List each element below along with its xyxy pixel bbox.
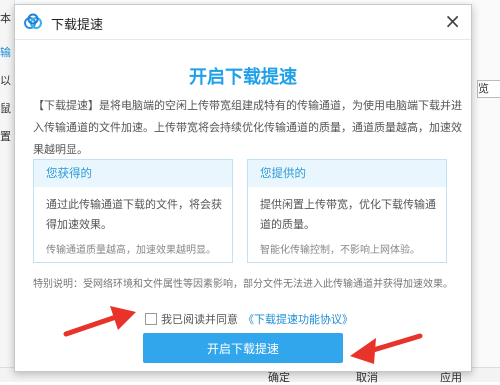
red-arrow-icon: [63, 306, 136, 337]
cloud-logo-icon: [24, 13, 42, 29]
background-glyph: 鼠: [0, 102, 11, 115]
background-glyph: 输: [0, 46, 11, 59]
contribution-card-body: 提供闲置上传带宽，优化下载传输通道的质量。: [260, 198, 436, 231]
special-note: 特别说明：受网络环境和文件属性等因素影响，部分文件无法进入此传输通道并获得加速效…: [33, 279, 453, 290]
background-browse-button[interactable]: 览: [477, 80, 500, 98]
red-arrow-icon: [350, 333, 423, 364]
benefit-card-heading: 您获得的: [34, 160, 232, 187]
dialog-title: 下载提速: [51, 18, 104, 33]
agreement-link[interactable]: 《下载提速功能协议》: [243, 311, 353, 327]
background-glyph: 以: [0, 74, 11, 87]
benefit-card-body: 通过此传输通道下载的文件，将会获得加速效果。: [46, 198, 222, 231]
contribution-card-note: 智能化传输控制，不影响上网体验。: [260, 245, 420, 256]
contribution-card: 您提供的 提供闲置上传带宽，优化下载传输通道的质量。 智能化传输控制，不影响上网…: [247, 159, 447, 263]
agreement-label: 我已阅读并同意: [161, 313, 238, 326]
enable-acceleration-button[interactable]: 开启下载提速: [143, 333, 343, 363]
benefit-card: 您获得的 通过此传输通道下载的文件，将会获得加速效果。 传输通道质量越高，加速效…: [33, 159, 233, 263]
close-icon[interactable]: ×: [444, 9, 461, 33]
background-right-panel: [472, 0, 500, 382]
agreement-checkbox[interactable]: [145, 313, 157, 325]
background-glyph: 置: [0, 130, 11, 143]
contribution-card-heading: 您提供的: [248, 160, 446, 187]
benefit-card-note: 传输通道质量越高，加速效果越明显。: [46, 245, 216, 256]
dialog-headline: 开启下载提速: [189, 67, 297, 88]
background-glyph: 本: [0, 12, 11, 25]
dialog-titlebar: 下载提速 ×: [15, 5, 471, 40]
intro-text: 【下载提速】是将电脑端的空闲上传带宽组建成特有的传输通道，为使用电脑端下载并进入…: [33, 99, 462, 156]
